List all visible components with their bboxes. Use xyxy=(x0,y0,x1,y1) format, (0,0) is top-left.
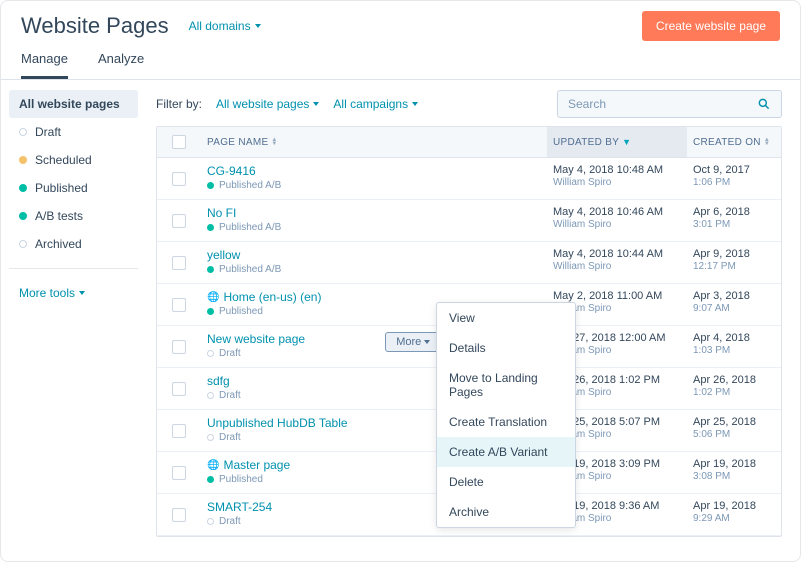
chevron-down-icon xyxy=(424,340,430,344)
search-input[interactable] xyxy=(568,97,757,111)
status-dot-icon xyxy=(207,266,214,273)
more-button[interactable]: More xyxy=(385,332,441,352)
cell-updated: May 4, 2018 10:44 AMWilliam Spiro xyxy=(547,242,687,283)
page-status: Published A/B xyxy=(207,264,541,275)
filter-bar: Filter by: All website pages All campaig… xyxy=(156,90,782,118)
filter-pages[interactable]: All website pages xyxy=(216,97,319,111)
dropdown-archive[interactable]: Archive xyxy=(437,497,575,527)
cell-name: yellow Published A/B xyxy=(201,242,547,283)
chevron-down-icon xyxy=(412,102,418,106)
chevron-down-icon xyxy=(313,102,319,106)
row-checkbox[interactable] xyxy=(172,466,186,480)
sort-icon: ▲▼ xyxy=(271,138,277,146)
row-checkbox[interactable] xyxy=(172,214,186,228)
archived-dot-icon xyxy=(19,240,27,248)
page-status: Published A/B xyxy=(207,180,541,191)
table-header: PAGE NAME▲▼ UPDATED BY▼ CREATED ON▲▼ xyxy=(157,127,781,158)
cell-created: Oct 9, 20171:06 PM xyxy=(687,158,781,199)
dropdown-move[interactable]: Move to Landing Pages xyxy=(437,363,575,407)
status-dot-icon xyxy=(207,518,214,525)
row-checkbox[interactable] xyxy=(172,382,186,396)
col-page-name[interactable]: PAGE NAME▲▼ xyxy=(201,127,547,157)
domain-selector[interactable]: All domains xyxy=(189,19,261,33)
dropdown-create-translation[interactable]: Create Translation xyxy=(437,407,575,437)
page-status: Published A/B xyxy=(207,222,541,233)
row-checkbox[interactable] xyxy=(172,172,186,186)
scheduled-dot-icon xyxy=(19,156,27,164)
cell-created: Apr 4, 20181:03 PM xyxy=(687,326,781,367)
search-icon xyxy=(757,97,771,111)
cell-created: Apr 19, 20189:29 AM xyxy=(687,494,781,535)
sidebar-item-all[interactable]: All website pages xyxy=(9,90,138,118)
col-created-on[interactable]: CREATED ON▲▼ xyxy=(687,127,781,157)
draft-dot-icon xyxy=(19,128,27,136)
table-row: CG-9416 Published A/B May 4, 2018 10:48 AM… xyxy=(157,158,781,200)
sidebar-divider xyxy=(9,268,138,269)
chevron-down-icon xyxy=(79,291,85,295)
tab-analyze[interactable]: Analyze xyxy=(98,51,144,79)
select-all-checkbox[interactable] xyxy=(172,135,186,149)
dropdown-details[interactable]: Details xyxy=(437,333,575,363)
cell-name: CG-9416 Published A/B xyxy=(201,158,547,199)
globe-icon: 🌐 xyxy=(207,292,219,303)
status-dot-icon xyxy=(207,182,214,189)
cell-name: No FI Published A/B xyxy=(201,200,547,241)
create-website-page-button[interactable]: Create website page xyxy=(642,11,780,41)
dropdown-view[interactable]: View xyxy=(437,303,575,333)
col-updated-by[interactable]: UPDATED BY▼ xyxy=(547,127,687,157)
tab-manage[interactable]: Manage xyxy=(21,51,68,79)
row-checkbox[interactable] xyxy=(172,424,186,438)
more-actions-dropdown: View Details Move to Landing Pages Creat… xyxy=(436,302,576,528)
table-row: No FI Published A/B May 4, 2018 10:46 AMWi… xyxy=(157,200,781,242)
table-row: yellow Published A/B May 4, 2018 10:44 AMW… xyxy=(157,242,781,284)
row-checkbox[interactable] xyxy=(172,256,186,270)
dropdown-create-ab-variant[interactable]: Create A/B Variant xyxy=(437,437,575,467)
tabs: Manage Analyze xyxy=(1,41,800,80)
ab-dot-icon xyxy=(19,212,27,220)
filter-label: Filter by: xyxy=(156,97,202,111)
status-dot-icon xyxy=(207,308,214,315)
cell-created: Apr 3, 20189:07 AM xyxy=(687,284,781,325)
search-box[interactable] xyxy=(557,90,782,118)
dropdown-delete[interactable]: Delete xyxy=(437,467,575,497)
cell-created: Apr 25, 20185:06 PM xyxy=(687,410,781,451)
page-link[interactable]: yellow xyxy=(207,248,541,262)
cell-created: Apr 26, 20181:02 PM xyxy=(687,368,781,409)
status-dot-icon xyxy=(207,476,214,483)
published-dot-icon xyxy=(19,184,27,192)
cell-created: Apr 6, 20183:01 PM xyxy=(687,200,781,241)
sort-desc-icon: ▼ xyxy=(622,137,631,147)
globe-icon: 🌐 xyxy=(207,460,219,471)
domain-label: All domains xyxy=(189,19,251,33)
sidebar-item-archived[interactable]: Archived xyxy=(9,230,138,258)
page-title: Website Pages xyxy=(21,13,169,39)
page-link[interactable]: No FI xyxy=(207,206,541,220)
sort-icon: ▲▼ xyxy=(764,138,770,146)
sidebar-item-ab-tests[interactable]: A/B tests xyxy=(9,202,138,230)
chevron-down-icon xyxy=(255,24,261,28)
status-dot-icon xyxy=(207,224,214,231)
row-checkbox[interactable] xyxy=(172,508,186,522)
sidebar: All website pages Draft Scheduled Publis… xyxy=(1,80,146,558)
page-link[interactable]: CG-9416 xyxy=(207,164,541,178)
row-checkbox[interactable] xyxy=(172,340,186,354)
status-dot-icon xyxy=(207,350,214,357)
row-checkbox[interactable] xyxy=(172,298,186,312)
sidebar-item-published[interactable]: Published xyxy=(9,174,138,202)
filter-campaigns[interactable]: All campaigns xyxy=(333,97,418,111)
cell-updated: May 4, 2018 10:48 AMWilliam Spiro xyxy=(547,158,687,199)
more-tools-link[interactable]: More tools xyxy=(9,279,138,307)
cell-created: Apr 9, 201812:17 PM xyxy=(687,242,781,283)
status-dot-icon xyxy=(207,392,214,399)
sidebar-item-draft[interactable]: Draft xyxy=(9,118,138,146)
sidebar-item-scheduled[interactable]: Scheduled xyxy=(9,146,138,174)
cell-created: Apr 19, 20183:08 PM xyxy=(687,452,781,493)
cell-updated: May 4, 2018 10:46 AMWilliam Spiro xyxy=(547,200,687,241)
status-dot-icon xyxy=(207,434,214,441)
